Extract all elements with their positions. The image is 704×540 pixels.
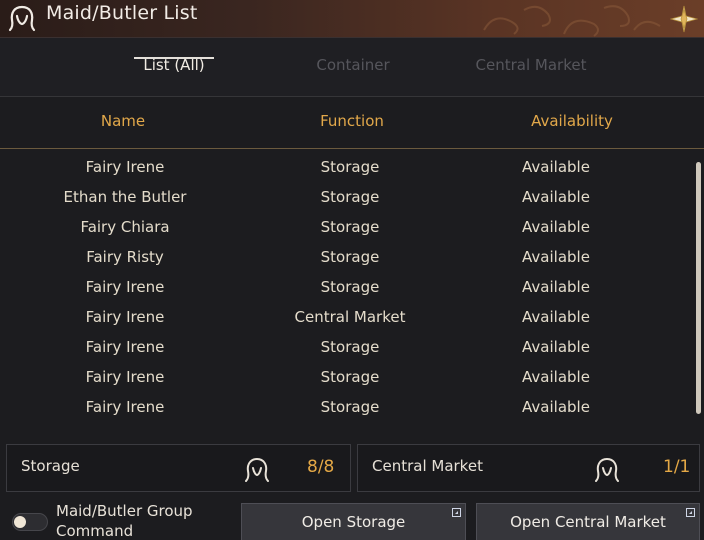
table-row[interactable]: Fairy Irene Storage Available [0, 333, 694, 363]
tab-container[interactable]: Container [303, 56, 403, 74]
row-availability-cell: Available [522, 218, 590, 236]
group-command-toggle[interactable] [12, 513, 48, 531]
title-decoration [483, 5, 661, 37]
row-name-cell: Fairy Irene [85, 278, 165, 296]
maid-icon [8, 5, 36, 32]
row-function-cell: Storage [320, 218, 380, 236]
storage-summary-panel: Storage 8/8 [6, 444, 351, 492]
tab-bar: List (All) Container Central Market [0, 38, 704, 96]
row-function-cell: Storage [320, 158, 380, 176]
table-header: Name Function Availability [0, 97, 704, 149]
row-name-cell: Fairy Irene [85, 308, 165, 326]
table-row[interactable]: Fairy Irene Central Market Available [0, 303, 694, 333]
table-row[interactable]: Fairy Risty Storage Available [0, 243, 694, 273]
title-bar: Maid/Butler List [0, 0, 704, 38]
column-header-function: Function [320, 112, 384, 130]
storage-count: 8/8 [307, 457, 335, 477]
table-row[interactable]: Fairy Irene Storage Available [0, 393, 694, 423]
market-summary-label: Central Market [372, 457, 483, 475]
expand-corner-icon [686, 508, 695, 517]
row-availability-cell: Available [522, 248, 590, 266]
scrollbar[interactable] [696, 162, 701, 414]
storage-summary-label: Storage [21, 457, 80, 475]
open-central-market-label: Open Central Market [510, 513, 666, 531]
row-availability-cell: Available [522, 338, 590, 356]
row-name-cell: Fairy Risty [86, 248, 164, 266]
table-row[interactable]: Fairy Irene Storage Available [0, 273, 694, 303]
column-header-name: Name [100, 112, 146, 130]
row-function-cell: Storage [320, 368, 380, 386]
row-function-cell: Storage [320, 188, 380, 206]
table-row[interactable]: Ethan the Butler Storage Available [0, 183, 694, 213]
active-tab-indicator [134, 57, 214, 59]
row-availability-cell: Available [522, 308, 590, 326]
table-row[interactable]: Fairy Chiara Storage Available [0, 213, 694, 243]
column-header-availability: Availability [531, 112, 613, 130]
row-function-cell: Central Market [294, 308, 406, 326]
row-name-cell: Fairy Irene [85, 398, 165, 416]
row-availability-cell: Available [522, 368, 590, 386]
divider [0, 148, 704, 149]
row-name-cell: Fairy Irene [85, 158, 165, 176]
window-title: Maid/Butler List [46, 2, 198, 24]
expand-corner-icon [452, 508, 461, 517]
toggle-knob [14, 516, 26, 528]
row-name-cell: Fairy Irene [85, 368, 165, 386]
row-function-cell: Storage [320, 278, 380, 296]
star-flower-icon[interactable] [670, 5, 698, 33]
row-name-cell: Fairy Irene [85, 338, 165, 356]
table-row[interactable]: Fairy Irene Storage Available [0, 153, 694, 183]
open-central-market-button[interactable]: Open Central Market [476, 503, 700, 540]
row-name-cell: Ethan the Butler [63, 188, 187, 206]
tab-central-market[interactable]: Central Market [466, 56, 596, 74]
maid-icon [595, 458, 619, 482]
maid-icon [245, 458, 269, 482]
row-function-cell: Storage [320, 338, 380, 356]
table-row[interactable]: Fairy Irene Storage Available [0, 363, 694, 393]
market-count: 1/1 [663, 457, 691, 477]
open-storage-label: Open Storage [301, 513, 406, 531]
row-availability-cell: Available [522, 188, 590, 206]
row-function-cell: Storage [320, 248, 380, 266]
row-availability-cell: Available [522, 278, 590, 296]
row-name-cell: Fairy Chiara [80, 218, 170, 236]
open-storage-button[interactable]: Open Storage [241, 503, 466, 540]
row-function-cell: Storage [320, 398, 380, 416]
group-command-label: Maid/Butler Group Command [56, 502, 193, 540]
market-summary-panel: Central Market 1/1 [357, 444, 700, 492]
row-availability-cell: Available [522, 398, 590, 416]
maid-butler-list: Fairy Irene Storage Available Ethan the But… [0, 153, 694, 423]
row-availability-cell: Available [522, 158, 590, 176]
